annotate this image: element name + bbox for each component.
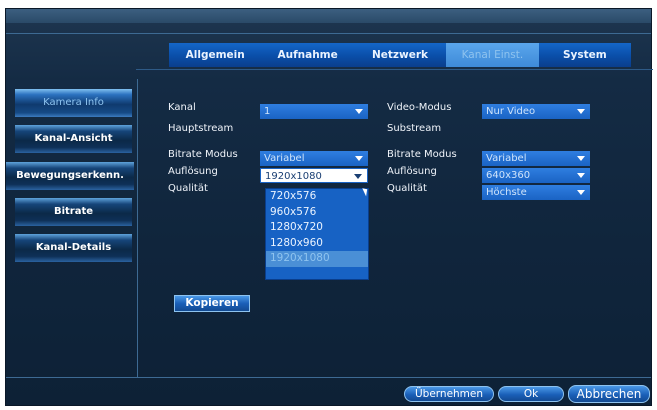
title-bar — [6, 9, 651, 23]
tab-divider — [136, 69, 653, 70]
sub-aufloesung-label: Auflösung — [387, 166, 437, 177]
sidebar-item-bitrate[interactable]: Bitrate — [15, 198, 132, 226]
main-aufloesung-label: Auflösung — [168, 166, 218, 177]
kanal-select[interactable]: 1 — [260, 104, 368, 119]
sub-qualitaet-label: Qualität — [387, 183, 427, 194]
tab-aufnahme[interactable]: Aufnahme — [261, 43, 353, 67]
resolution-option[interactable]: 1280x960 — [266, 236, 368, 252]
chevron-down-icon — [577, 173, 585, 178]
chevron-down-icon — [577, 109, 585, 114]
sub-bitrate-modus-value: Variabel — [486, 153, 527, 164]
resolution-option[interactable]: 1280x720 — [266, 220, 368, 236]
sidebar-divider — [137, 79, 138, 377]
video-modus-value: Nur Video — [486, 106, 536, 117]
main-bitrate-modus-select[interactable]: Variabel — [260, 151, 368, 166]
chevron-down-icon — [355, 109, 363, 114]
tab-system[interactable]: System — [539, 43, 631, 67]
sub-bitrate-modus-select[interactable]: Variabel — [482, 151, 590, 166]
sub-qualitaet-value: Höchste — [486, 187, 527, 198]
video-modus-select[interactable]: Nur Video — [482, 104, 590, 119]
tab-kanal-einst[interactable]: Kanal Einst. — [446, 43, 539, 67]
top-divider — [6, 33, 651, 34]
resolution-dropdown-list: 720x576 960x576 1280x720 1280x960 1920x1… — [265, 188, 369, 280]
sidebar-item-bewegungserkennung[interactable]: Bewegungserkenn. — [6, 162, 134, 190]
chevron-down-icon — [577, 190, 585, 195]
resolution-option-selected[interactable]: 1920x1080 — [266, 251, 368, 267]
footer-divider — [6, 377, 651, 378]
substream-label: Substream — [387, 123, 442, 134]
kanal-label: Kanal — [168, 102, 196, 113]
sidebar-item-kanal-details[interactable]: Kanal-Details — [15, 234, 132, 262]
main-qualitaet-label: Qualität — [168, 183, 208, 194]
tab-netzwerk[interactable]: Netzwerk — [354, 43, 446, 67]
video-modus-label: Video-Modus — [387, 102, 452, 113]
resolution-option[interactable]: 720x576 — [266, 189, 368, 205]
apply-button[interactable]: Übernehmen — [404, 386, 494, 402]
chevron-down-icon — [354, 174, 362, 179]
main-aufloesung-value: 1920x1080 — [265, 171, 322, 182]
main-aufloesung-select[interactable]: 1920x1080 — [260, 168, 368, 183]
chevron-down-icon — [355, 156, 363, 161]
kanal-value: 1 — [264, 106, 271, 117]
dvr-settings-window: Allgemein Aufnahme Netzwerk Kanal Einst.… — [5, 8, 653, 406]
ok-button[interactable]: Ok — [498, 386, 564, 402]
sidebar-item-kamera-info[interactable]: Kamera Info — [15, 89, 132, 117]
sub-aufloesung-select[interactable]: 640x360 — [482, 168, 590, 183]
sidebar-item-kanal-ansicht[interactable]: Kanal-Ansicht — [15, 125, 132, 153]
chevron-down-icon — [577, 156, 585, 161]
tab-allgemein[interactable]: Allgemein — [169, 43, 261, 67]
main-bitrate-modus-label: Bitrate Modus — [168, 149, 238, 160]
main-bitrate-modus-value: Variabel — [264, 153, 305, 164]
hauptstream-label: Hauptstream — [168, 123, 234, 134]
sub-aufloesung-value: 640x360 — [486, 170, 531, 181]
copy-button[interactable]: Kopieren — [174, 295, 250, 312]
sub-qualitaet-select[interactable]: Höchste — [482, 185, 590, 200]
sub-bitrate-modus-label: Bitrate Modus — [387, 149, 457, 160]
resolution-option[interactable]: 960x576 — [266, 205, 368, 221]
tab-bar: Allgemein Aufnahme Netzwerk Kanal Einst.… — [169, 43, 631, 67]
cancel-button[interactable]: Abbrechen — [568, 385, 650, 403]
